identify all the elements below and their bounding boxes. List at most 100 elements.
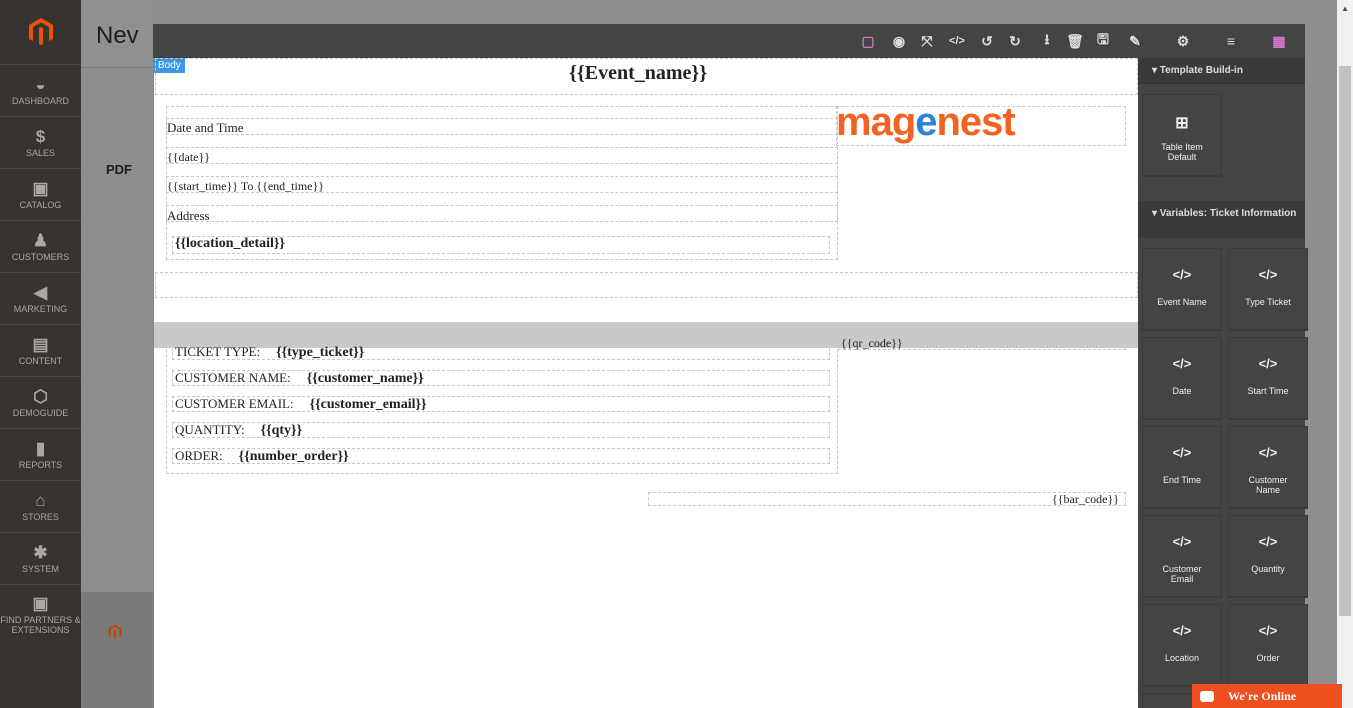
- save-icon[interactable]: 🖫: [1091, 24, 1115, 58]
- live-chat-widget[interactable]: We're Online: [1192, 684, 1342, 708]
- variable-block-order[interactable]: </> Order: [1228, 604, 1308, 686]
- variable-block-start-time[interactable]: </> Start Time: [1228, 337, 1308, 419]
- date-row[interactable]: [166, 147, 838, 164]
- code-icon: </>: [1258, 623, 1278, 638]
- blocks-grid-icon[interactable]: ▦: [1267, 24, 1291, 58]
- block-label: Customer Email: [1162, 564, 1202, 584]
- template-blocks: ⊞ Table Item Default: [1138, 84, 1305, 201]
- variable-block-quantity[interactable]: </> Quantity: [1228, 515, 1308, 597]
- page-scrollbar[interactable]: ▲: [1337, 0, 1353, 708]
- date-var: {{date}}: [167, 150, 211, 164]
- block-label: End Time: [1162, 475, 1202, 485]
- redo-icon[interactable]: ↻: [1003, 24, 1027, 58]
- variable-block-type-ticket[interactable]: </> Type Ticket: [1228, 248, 1308, 330]
- nav-item-catalog[interactable]: ▣ CATALOG: [0, 168, 81, 220]
- address-label: Address: [167, 208, 210, 223]
- undo-icon[interactable]: ↺: [975, 24, 999, 58]
- store-icon: ⌂: [35, 490, 46, 510]
- nav-item-demoguide[interactable]: ⬡ DEMOGUIDE: [0, 376, 81, 428]
- date-time-label-row[interactable]: [166, 118, 838, 135]
- address-label-row[interactable]: [166, 205, 838, 222]
- editor-toolbar: ▢ ◉ ⤧ </> ↺ ↻ ⭳ 🗑 🖫 ✎ ⚙ ≡ ▦: [153, 24, 1305, 58]
- code-view-icon[interactable]: </>: [945, 24, 969, 58]
- nav-item-label: CONTENT: [18, 355, 63, 366]
- bar-chart-icon: ▮: [35, 438, 46, 458]
- nav-item-label: DASHBOARD: [11, 95, 69, 106]
- bar-code-var: {{bar_code}}: [1052, 492, 1120, 506]
- variable-block-customer-name[interactable]: </> Customer Name: [1228, 426, 1308, 508]
- content-icon: ▤: [32, 334, 49, 354]
- layer-manager-icon[interactable]: ≡: [1219, 24, 1243, 58]
- ticket-row-content: CUSTOMER NAME: {{customer_name}}: [175, 369, 424, 387]
- ticket-row-label: QUANTITY:: [175, 422, 245, 437]
- nav-item-dashboard[interactable]: ◒ DASHBOARD: [0, 64, 81, 116]
- scroll-thumb[interactable]: [1339, 66, 1351, 616]
- fullscreen-icon[interactable]: ⤧: [915, 24, 939, 58]
- nav-item-label: SYSTEM: [21, 563, 59, 574]
- block-label: Date: [1172, 386, 1192, 396]
- nav-item-content[interactable]: ▤ CONTENT: [0, 324, 81, 376]
- variable-block-date[interactable]: </> Date: [1142, 337, 1222, 419]
- variables-header[interactable]: ▾ Variables: Ticket Information: [1138, 201, 1305, 238]
- nav-item-label: STORES: [22, 511, 59, 522]
- qr-code-var: {{qr_code}}: [841, 336, 903, 350]
- settings-gear-icon[interactable]: ⚙: [1171, 24, 1195, 58]
- ticket-row-label: TICKET TYPE:: [175, 344, 261, 359]
- code-icon: </>: [1172, 356, 1192, 371]
- block-label: Start Time: [1247, 386, 1289, 396]
- magento-logo[interactable]: [0, 0, 81, 64]
- code-icon: </>: [1258, 356, 1278, 371]
- style-manager-brush-icon[interactable]: ✎: [1123, 24, 1147, 58]
- variable-block-end-time[interactable]: </> End Time: [1142, 426, 1222, 508]
- ticket-row-value: {{type_ticket}}: [276, 345, 365, 360]
- variable-block-location[interactable]: </> Location: [1142, 604, 1222, 686]
- pdf-template-editor: ▢ ◉ ⤧ </> ↺ ↻ ⭳ 🗑 🖫 ✎ ⚙ ≡ ▦ Body {{Event_name}} mage…: [153, 24, 1308, 708]
- nav-item-system[interactable]: ✱ SYSTEM: [0, 532, 81, 584]
- preview-eye-icon[interactable]: ◉: [887, 24, 911, 58]
- nav-item-label: MARKETING: [13, 303, 68, 314]
- nav-item-label: FIND PARTNERS & EXTENSIONS: [0, 614, 81, 635]
- ticket-row-content: ORDER: {{number_order}}: [175, 447, 349, 465]
- code-icon: </>: [1258, 267, 1278, 282]
- block-label: Table Item Default: [1161, 142, 1203, 162]
- import-icon[interactable]: ⭳: [1035, 24, 1059, 58]
- spacer-row[interactable]: [155, 272, 1138, 298]
- table-item-default-block[interactable]: ⊞ Table Item Default: [1142, 94, 1222, 176]
- nav-item-find[interactable]: ▣ FIND PARTNERS & EXTENSIONS: [0, 584, 81, 644]
- person-icon: ♟: [32, 230, 49, 250]
- nav-item-stores[interactable]: ⌂ STORES: [0, 480, 81, 532]
- ticket-row-content: QUANTITY: {{qty}}: [175, 421, 302, 439]
- event-name-text[interactable]: {{Event_name}}: [569, 62, 707, 85]
- nav-item-reports[interactable]: ▮ REPORTS: [0, 428, 81, 480]
- ticket-row-value: {{customer_email}}: [309, 397, 427, 412]
- pdf-label: PDF: [106, 162, 132, 177]
- to-text: To: [240, 179, 254, 193]
- start-time-var: {{start_time}}: [167, 179, 239, 193]
- nav-item-label: CUSTOMERS: [11, 251, 70, 262]
- ticket-row-label: ORDER:: [175, 448, 223, 463]
- nav-item-marketing[interactable]: ◀ MARKETING: [0, 272, 81, 324]
- variable-block-customer-email[interactable]: </> Customer Email: [1142, 515, 1222, 597]
- block-label: Customer Name: [1248, 475, 1288, 495]
- chat-bubble-icon: [1200, 690, 1214, 702]
- dashboard-icon: ◒: [35, 74, 46, 94]
- component-outline-icon[interactable]: ▢: [856, 24, 880, 58]
- blocks-panel: ▾ Template Build-in ⊞ Table Item Default…: [1138, 58, 1308, 708]
- block-label: Location: [1164, 653, 1200, 663]
- scroll-up-arrow-icon[interactable]: ▲: [1341, 4, 1349, 13]
- code-icon: </>: [1172, 267, 1192, 282]
- nav-item-sales[interactable]: $ SALES: [0, 116, 81, 168]
- template-build-in-header[interactable]: ▾ Template Build-in: [1138, 58, 1305, 84]
- nav-item-customers[interactable]: ♟ CUSTOMERS: [0, 220, 81, 272]
- editor-canvas[interactable]: Body {{Event_name}} magenest Date and Ti…: [153, 58, 1139, 708]
- code-icon: </>: [1258, 445, 1278, 460]
- variable-block-event-name[interactable]: </> Event Name: [1142, 248, 1222, 330]
- dollar-icon: $: [35, 126, 46, 146]
- table-icon: ⊞: [1175, 115, 1189, 132]
- trash-icon[interactable]: 🗑: [1063, 24, 1087, 58]
- footer-magento-logo: [108, 624, 122, 645]
- magenest-logo: magenest: [836, 100, 1016, 144]
- block-label: Quantity: [1251, 564, 1285, 574]
- cube-icon: ▣: [32, 593, 49, 613]
- ticket-row-content: TICKET TYPE: {{type_ticket}}: [175, 343, 364, 361]
